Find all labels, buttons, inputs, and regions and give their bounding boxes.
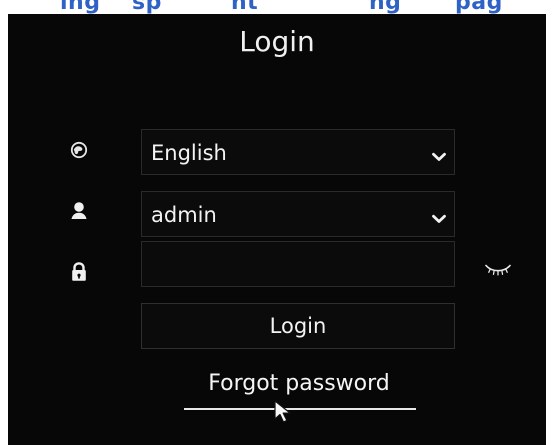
- password-input[interactable]: [142, 242, 454, 286]
- chevron-down-icon: [432, 209, 446, 223]
- page-title: Login: [239, 25, 315, 58]
- forgot-password-underline: [184, 408, 416, 410]
- header-fragment: nt: [231, 0, 259, 14]
- header-fragment: sp: [132, 0, 162, 14]
- login-button[interactable]: Login: [141, 303, 455, 349]
- header-fragment: ng: [369, 0, 402, 14]
- header-fragment: pag: [455, 0, 503, 14]
- user-value: admin: [151, 203, 217, 227]
- user-icon: [68, 200, 90, 222]
- password-field[interactable]: [141, 241, 455, 287]
- language-value: English: [151, 141, 227, 165]
- header-fragment: ing: [60, 0, 101, 14]
- lock-icon: [68, 261, 90, 283]
- forgot-password-link[interactable]: Forgot password: [180, 371, 418, 396]
- login-screen: Login English admin Login Forgot passwor…: [8, 14, 546, 445]
- user-select[interactable]: admin: [141, 191, 455, 237]
- eye-closed-icon[interactable]: [484, 261, 512, 277]
- top-text-strip: ing sp nt ng pag: [0, 0, 559, 14]
- chevron-down-icon: [432, 147, 446, 161]
- globe-icon: [68, 139, 90, 161]
- language-select[interactable]: English: [141, 129, 455, 175]
- mouse-cursor-icon: [273, 400, 295, 424]
